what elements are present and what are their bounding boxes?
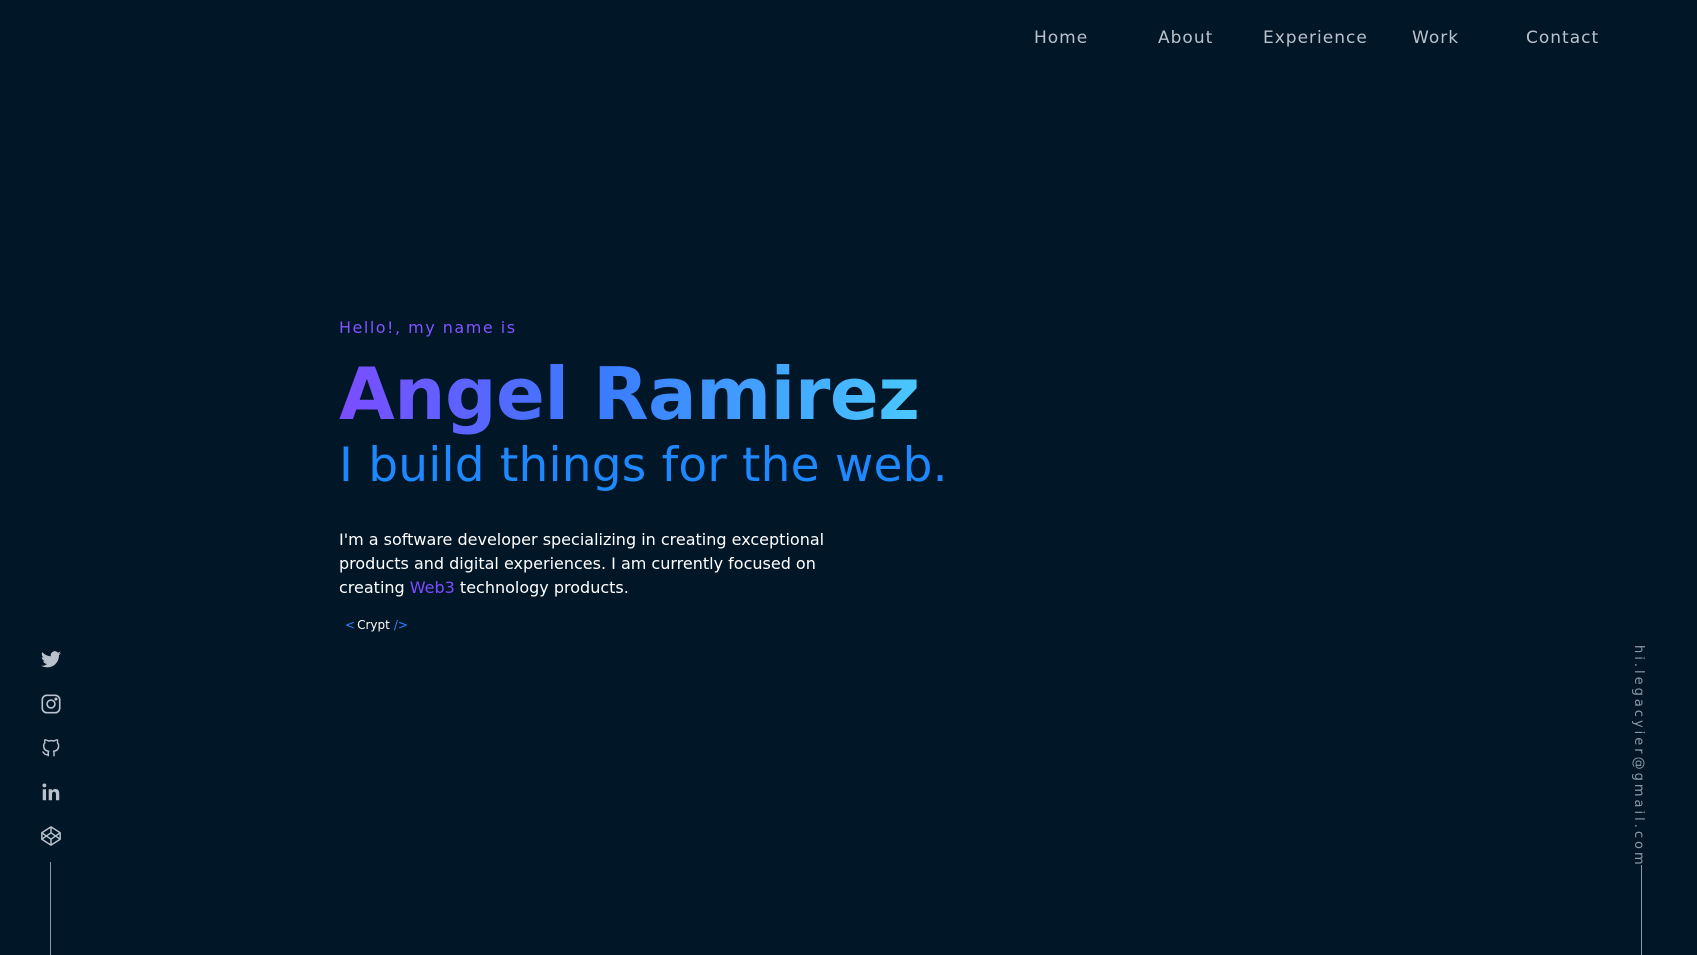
top-navigation: Home About Experience Work Contact [0, 28, 1697, 52]
hero-tagline: I build things for the web. [339, 438, 948, 493]
crypt-open-bracket: < [345, 618, 356, 632]
nav-link-contact[interactable]: Contact [1526, 28, 1599, 48]
linkedin-icon [42, 783, 60, 801]
crypt-link[interactable]: < Crypt/> [345, 618, 408, 632]
twitter-link[interactable] [36, 649, 66, 679]
nav-link-experience[interactable]: Experience [1263, 28, 1368, 48]
crypt-label: Crypt [357, 618, 390, 632]
twitter-icon [40, 651, 62, 668]
email-link[interactable]: hi.legacyier@gmail.com [1631, 645, 1646, 868]
linkedin-link[interactable] [36, 781, 66, 811]
portfolio-page: Home About Experience Work Contact Hello… [0, 0, 1697, 955]
bio-accent-web3: Web3 [409, 578, 455, 597]
nav-link-work[interactable]: Work [1412, 28, 1459, 48]
bio-text-end: technology products. [454, 578, 629, 597]
crypt-close-bracket: /> [393, 618, 408, 632]
hero-section: Hello!, my name is Angel Ramirez I build… [339, 318, 1239, 633]
hero-name: Angel Ramirez [339, 352, 920, 436]
codepen-link[interactable] [36, 825, 66, 855]
github-icon [42, 739, 60, 757]
social-links [36, 645, 66, 869]
left-divider-line [50, 862, 51, 955]
instagram-icon [41, 694, 61, 714]
hero-bio: I'm a software developer specializing in… [339, 528, 839, 600]
hero-greeting: Hello!, my name is [339, 318, 517, 337]
github-link[interactable] [36, 737, 66, 767]
nav-link-home[interactable]: Home [1034, 28, 1088, 48]
instagram-link[interactable] [36, 693, 66, 723]
nav-link-about[interactable]: About [1158, 28, 1213, 48]
right-divider-line [1641, 865, 1642, 955]
codepen-icon [41, 826, 61, 846]
